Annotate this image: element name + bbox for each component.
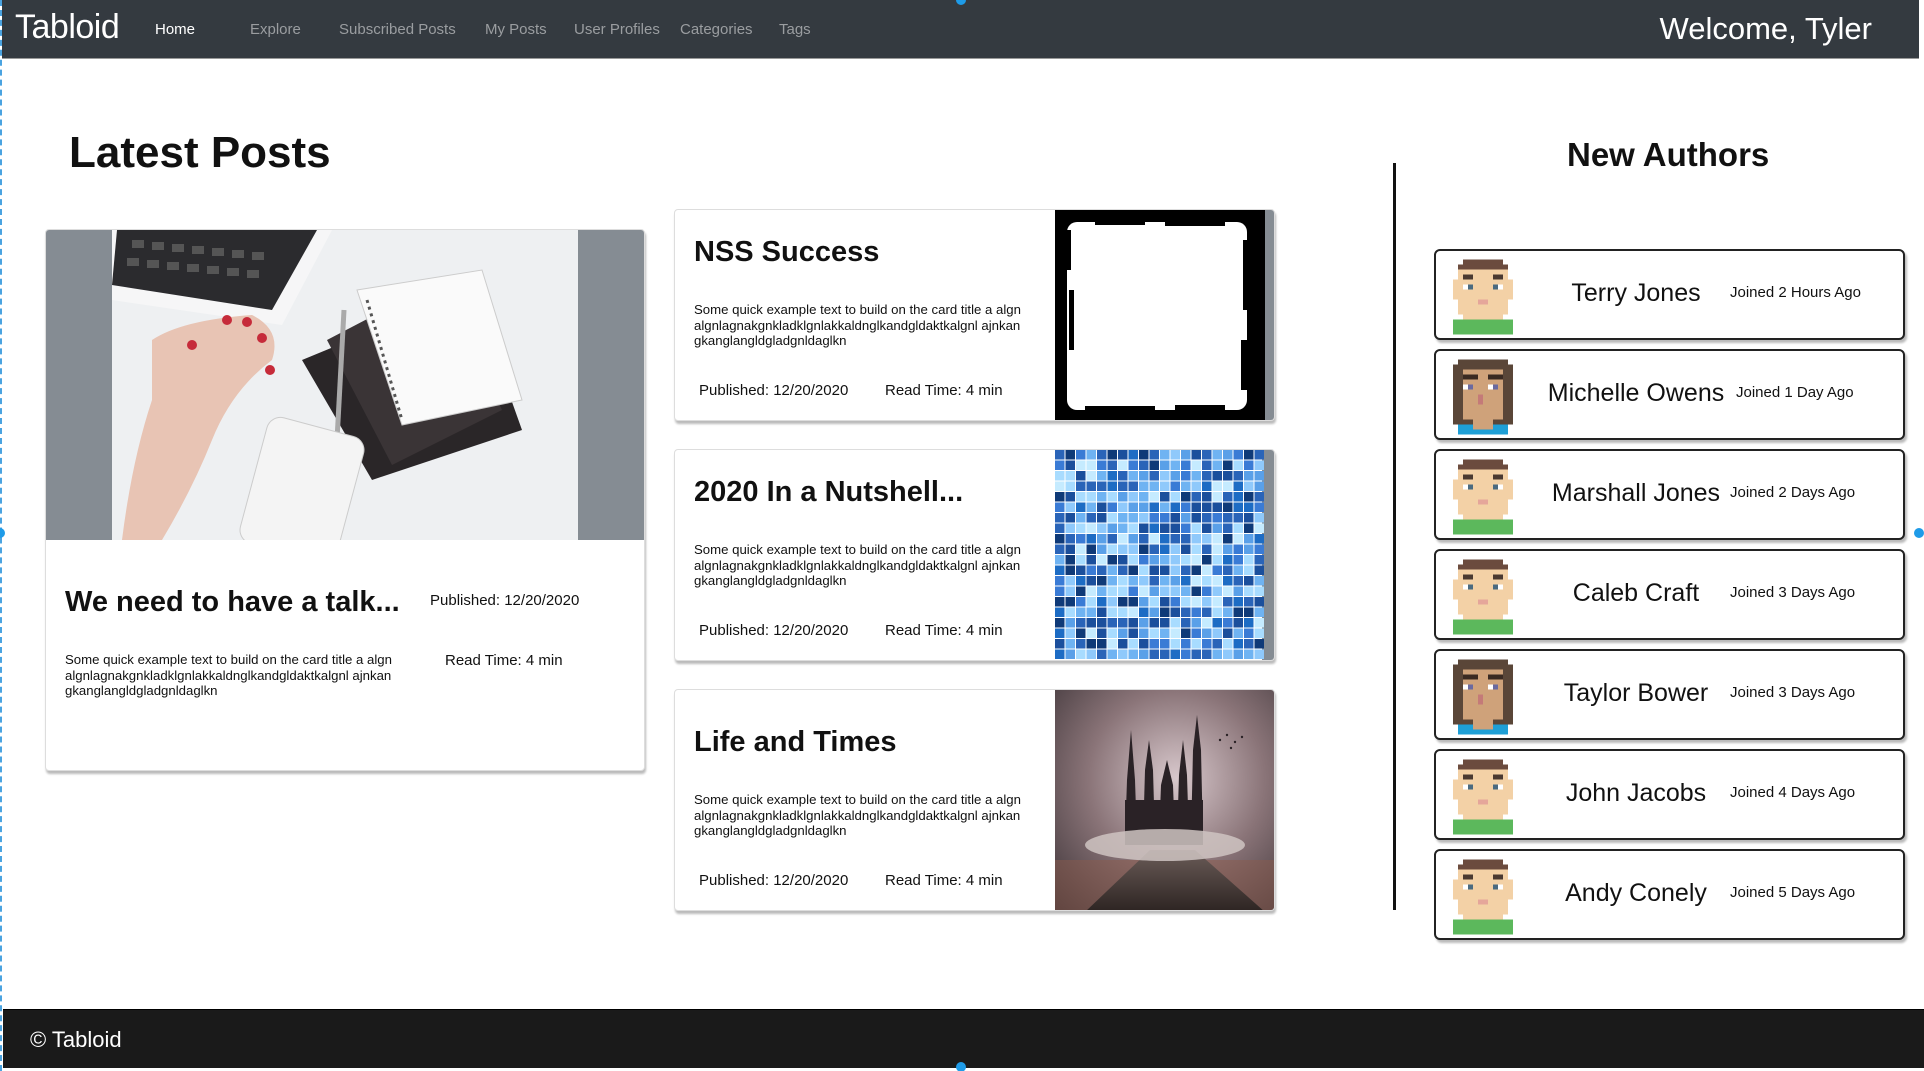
post-title[interactable]: NSS Success [694,236,879,269]
post-read-time: Read Time: 4 min [885,622,1003,639]
author-card[interactable]: Taylor Bower Joined 3 Days Ago [1434,649,1905,740]
nav-tags[interactable]: Tags [779,21,811,38]
author-joined: Joined 1 Day Ago [1736,384,1854,401]
footer-copyright: © Tabloid [30,1027,122,1052]
author-card[interactable]: Marshall Jones Joined 2 Days Ago [1434,449,1905,540]
post-published: Published: 12/20/2020 [699,382,849,399]
author-name[interactable]: Terry Jones [1536,279,1736,308]
author-joined: Joined 4 Days Ago [1730,784,1856,801]
post-image-grunge-frame [1055,210,1265,420]
featured-post-title[interactable]: We need to have a talk... [65,586,400,619]
post-image-blue-mosaic [1055,450,1265,660]
author-joined: Joined 2 Hours Ago [1730,284,1861,301]
post-published: Published: 12/20/2020 [699,622,849,639]
author-joined: Joined 3 Days Ago [1730,584,1856,601]
selection-handle [1914,528,1924,538]
avatar-female-icon [1448,359,1518,435]
author-joined: Joined 2 Days Ago [1730,484,1856,501]
avatar-male-icon [1448,859,1518,935]
post-read-time: Read Time: 4 min [885,382,1003,399]
featured-post-card[interactable]: We need to have a talk... Published: 12/… [45,229,645,771]
featured-post-image [112,230,578,540]
nav-explore[interactable]: Explore [250,21,301,38]
avatar-female-icon [1448,659,1518,735]
author-name[interactable]: John Jacobs [1536,779,1736,808]
post-title[interactable]: Life and Times [694,726,897,759]
post-card[interactable]: 2020 In a Nutshell... Some quick example… [674,449,1275,661]
author-card[interactable]: Caleb Craft Joined 3 Days Ago [1434,549,1905,640]
post-body: Some quick example text to build on the … [694,792,1021,838]
section-divider [1393,163,1396,910]
author-name[interactable]: Marshall Jones [1536,479,1736,508]
featured-post-read-time: Read Time: 4 min [445,652,563,669]
avatar-male-icon [1448,559,1518,635]
author-joined: Joined 3 Days Ago [1730,684,1856,701]
author-name[interactable]: Michelle Owens [1536,379,1736,408]
welcome-message: Welcome, Tyler [1659,11,1872,46]
featured-image-frame [46,230,644,540]
avatar-male-icon [1448,459,1518,535]
new-authors-heading: New Authors [1567,136,1770,173]
post-body: Some quick example text to build on the … [694,542,1021,588]
author-name[interactable]: Andy Conely [1536,879,1736,908]
nav-categories[interactable]: Categories [680,21,753,38]
author-joined: Joined 5 Days Ago [1730,884,1856,901]
featured-post-body: Some quick example text to build on the … [65,652,392,698]
avatar-male-icon [1448,259,1518,335]
featured-post-published: Published: 12/20/2020 [430,592,580,609]
selection-handle [956,1062,966,1071]
author-card[interactable]: John Jacobs Joined 4 Days Ago [1434,749,1905,840]
footer: © Tabloid [3,1009,1924,1068]
navbar: Tabloid Home Explore Subscribed Posts My… [2,0,1919,59]
author-card[interactable]: Michelle Owens Joined 1 Day Ago [1434,349,1905,440]
author-card[interactable]: Terry Jones Joined 2 Hours Ago [1434,249,1905,340]
brand-logo[interactable]: Tabloid [15,8,120,47]
post-read-time: Read Time: 4 min [885,872,1003,889]
author-name[interactable]: Taylor Bower [1536,679,1736,708]
latest-posts-heading: Latest Posts [69,128,331,177]
nav-subscribed-posts[interactable]: Subscribed Posts [339,21,456,38]
post-published: Published: 12/20/2020 [699,872,849,889]
post-image-dark-castle [1055,690,1274,910]
nav-user-profiles[interactable]: User Profiles [574,21,660,38]
post-card[interactable]: Life and Times Some quick example text t… [674,689,1275,911]
post-card[interactable]: NSS Success Some quick example text to b… [674,209,1275,421]
nav-my-posts[interactable]: My Posts [485,21,547,38]
post-title[interactable]: 2020 In a Nutshell... [694,476,963,509]
nav-home[interactable]: Home [155,21,195,38]
author-name[interactable]: Caleb Craft [1536,579,1736,608]
author-card[interactable]: Andy Conely Joined 5 Days Ago [1434,849,1905,940]
avatar-male-icon [1448,759,1518,835]
post-body: Some quick example text to build on the … [694,302,1021,348]
